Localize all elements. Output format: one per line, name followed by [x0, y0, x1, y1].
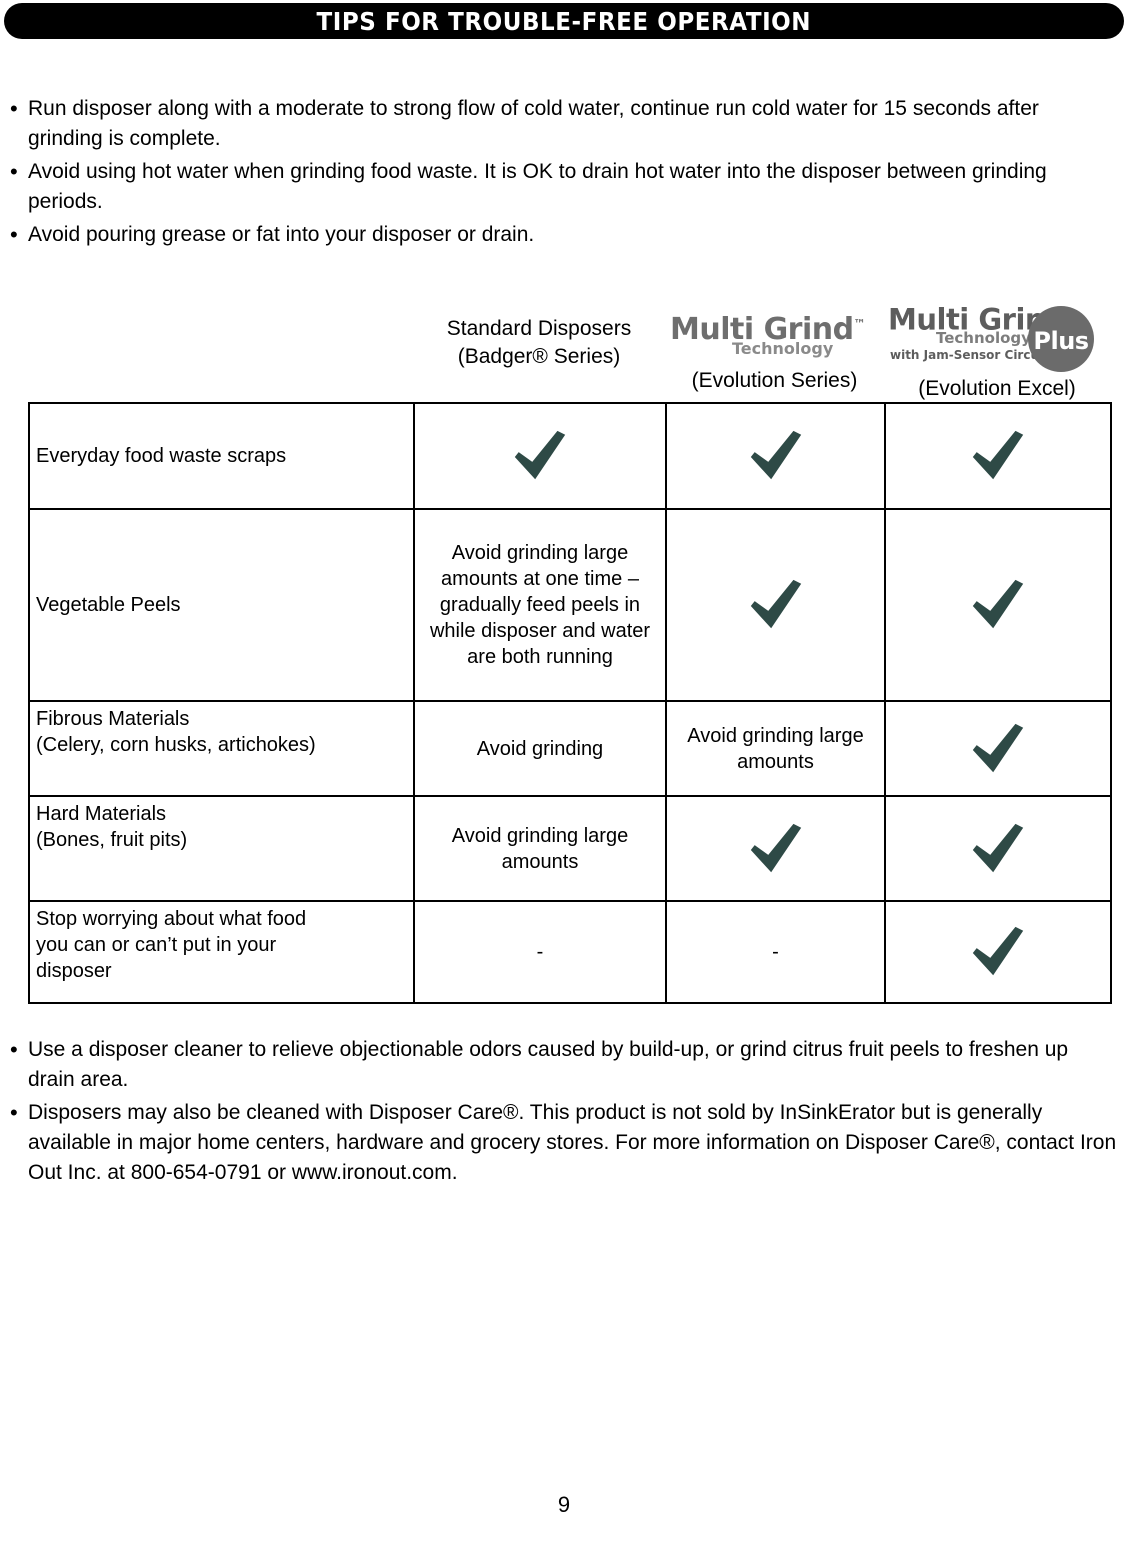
checkmark-icon — [745, 574, 807, 636]
row-label-line2: you can or can’t put in your — [36, 934, 277, 956]
bullet-dot-icon: • — [10, 222, 18, 247]
column-header-standard-line1: Standard Disposers — [446, 317, 632, 340]
checkmark-icon — [967, 718, 1029, 780]
cell-standard: Avoid grinding large amounts — [413, 795, 667, 902]
row-label: Everyday food waste scraps — [28, 402, 415, 510]
cell-evolution-series — [665, 508, 886, 702]
column-header-standard-line2: (Badger® Series) — [457, 345, 621, 368]
cell-evolution-excel — [884, 508, 1112, 702]
cell-standard: Avoid grinding large amounts at one time… — [413, 508, 667, 702]
cell-evolution-series: - — [665, 900, 886, 1004]
list-item-text: Run disposer along with a moderate to st… — [28, 97, 1039, 150]
page-number: 9 — [557, 1492, 571, 1517]
list-item-text: Disposers may also be cleaned with Dispo… — [28, 1101, 1117, 1184]
column-header-evolution-excel: (Evolution Excel) — [918, 377, 1076, 400]
cell-evolution-excel — [884, 402, 1112, 510]
list-item-text: Use a disposer cleaner to relieve object… — [28, 1038, 1069, 1091]
bullet-dot-icon: • — [10, 96, 18, 121]
table-row: Everyday food waste scraps — [28, 402, 1112, 510]
row-label: Fibrous Materials (Celery, corn husks, a… — [28, 700, 415, 797]
cell-evolution-excel — [884, 900, 1112, 1004]
checkmark-icon — [967, 574, 1029, 636]
multi-grind-logo-subtext: Technology — [732, 339, 834, 358]
bullet-dot-icon: • — [10, 159, 18, 184]
checkmark-icon — [967, 818, 1029, 880]
row-label-line1: Hard Materials — [36, 803, 167, 825]
cell-standard: - — [413, 900, 667, 1004]
list-item: • Avoid using hot water when grinding fo… — [10, 157, 1118, 217]
section-header-banner: TIPS FOR TROUBLE-FREE OPERATION — [4, 3, 1124, 39]
row-label: Stop worrying about what food you can or… — [28, 900, 415, 1004]
cell-standard — [413, 402, 667, 510]
disposer-comparison-table: Everyday food waste scraps Vegetable Pee… — [28, 402, 1112, 1004]
checkmark-icon — [967, 425, 1029, 487]
cell-standard: Avoid grinding — [413, 700, 667, 797]
cell-evolution-excel — [884, 795, 1112, 902]
list-item-text: Avoid using hot water when grinding food… — [28, 160, 1047, 213]
page-title: TIPS FOR TROUBLE-FREE OPERATION — [316, 6, 812, 36]
row-label-line1: Stop worrying about what food — [36, 908, 307, 930]
plus-badge-icon: Plus — [1028, 306, 1094, 372]
tips-list-bottom: • Use a disposer cleaner to relieve obje… — [10, 1035, 1118, 1191]
multi-grind-plus-logo: Multi Grind™ Technology with Jam-Sensor … — [888, 300, 1100, 376]
checkmark-icon — [509, 425, 571, 487]
list-item: • Use a disposer cleaner to relieve obje… — [10, 1035, 1118, 1095]
tips-list-top: • Run disposer along with a moderate to … — [10, 94, 1118, 253]
table-row: Vegetable Peels Avoid grinding large amo… — [28, 508, 1112, 702]
list-item: • Run disposer along with a moderate to … — [10, 94, 1118, 154]
bullet-dot-icon: • — [10, 1100, 18, 1125]
list-item: • Avoid pouring grease or fat into your … — [10, 220, 1118, 250]
cell-evolution-series: Avoid grinding large amounts — [665, 700, 886, 797]
table-row: Fibrous Materials (Celery, corn husks, a… — [28, 700, 1112, 797]
bullet-dot-icon: • — [10, 1037, 18, 1062]
trademark-icon: ™ — [853, 317, 866, 331]
row-label: Hard Materials (Bones, fruit pits) — [28, 795, 415, 902]
row-label-line2: (Bones, fruit pits) — [36, 829, 188, 851]
checkmark-icon — [745, 818, 807, 880]
row-label-line3: disposer — [36, 960, 112, 982]
checkmark-icon — [967, 921, 1029, 983]
row-label-line2: (Celery, corn husks, artichokes) — [36, 734, 316, 756]
table-row: Hard Materials (Bones, fruit pits) Avoid… — [28, 795, 1112, 902]
row-label-line1: Fibrous Materials — [36, 708, 190, 730]
cell-evolution-excel — [884, 700, 1112, 797]
list-item: • Disposers may also be cleaned with Dis… — [10, 1098, 1118, 1188]
column-header-standard-disposers: Standard Disposers (Badger® Series) — [413, 315, 665, 371]
multi-grind-logo: Multi Grind™ Technology — [670, 308, 866, 366]
plus-badge-label: Plus — [1033, 327, 1089, 355]
checkmark-icon — [745, 425, 807, 487]
cell-evolution-series — [665, 795, 886, 902]
row-label: Vegetable Peels — [28, 508, 415, 702]
column-header-evolution-series: (Evolution Series) — [691, 369, 858, 392]
list-item-text: Avoid pouring grease or fat into your di… — [28, 223, 535, 246]
table-row: Stop worrying about what food you can or… — [28, 900, 1112, 1004]
multi-grind-plus-logo-subtext: Technology — [936, 329, 1031, 347]
cell-evolution-series — [665, 402, 886, 510]
